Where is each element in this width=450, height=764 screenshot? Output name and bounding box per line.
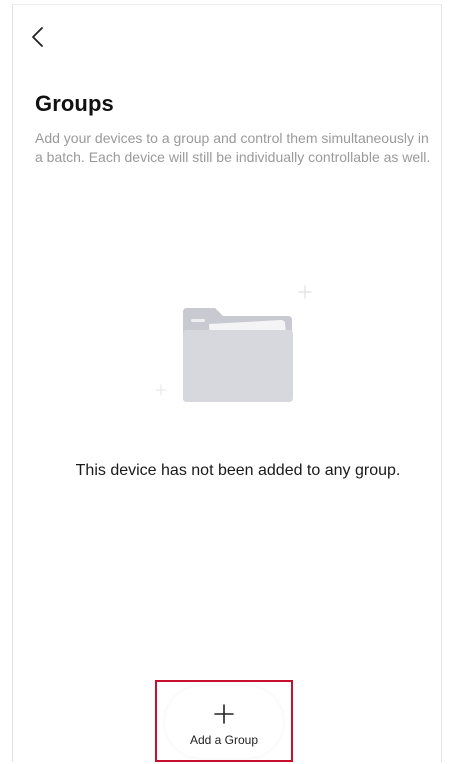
empty-illustration (153, 280, 323, 415)
chevron-left-icon (32, 27, 43, 47)
empty-state-message: This device has not been added to any gr… (75, 462, 401, 479)
back-button[interactable] (27, 23, 51, 51)
add-group-label: Add a Group (189, 733, 259, 747)
page-title: Groups (35, 91, 114, 116)
page-description: Add your devices to a group and control … (35, 130, 431, 165)
groups-screen: Groups Add your devices to a group and c… (12, 4, 442, 762)
plus-icon (214, 704, 234, 724)
add-group-button[interactable]: Add a Group (165, 686, 283, 758)
add-group-highlight: Add a Group (155, 680, 293, 762)
sparkle-icon (155, 384, 167, 396)
empty-folder-icon (155, 285, 312, 402)
sparkle-icon (298, 285, 312, 299)
